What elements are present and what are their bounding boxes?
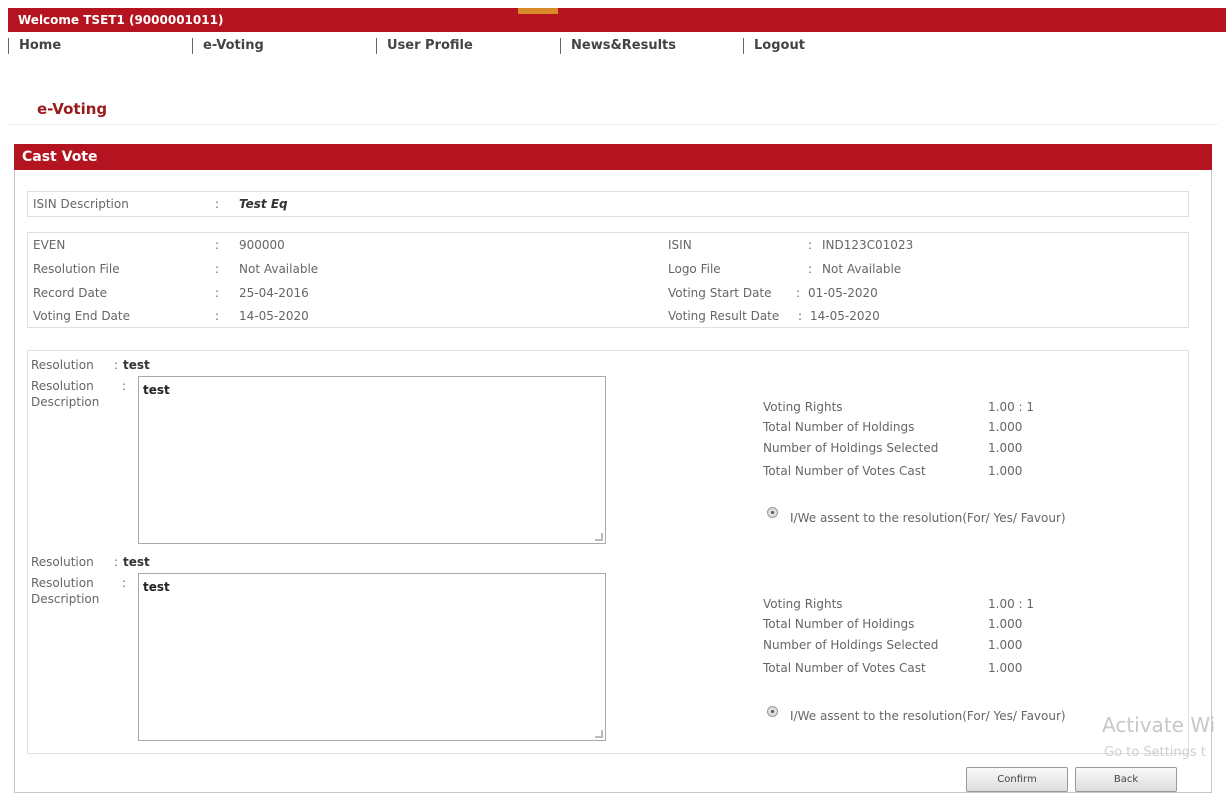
stat-label-total-holdings: Total Number of Holdings xyxy=(763,420,915,434)
resolution-description-label-line2: Description xyxy=(31,395,100,409)
nav-user-profile[interactable]: User Profile xyxy=(376,38,473,54)
stat-label-voting-rights: Voting Rights xyxy=(763,597,843,611)
nav-logout[interactable]: Logout xyxy=(743,38,805,54)
resolution-description-textarea[interactable]: test xyxy=(138,376,606,544)
page-title: e-Voting xyxy=(37,100,108,118)
stat-value-holdings-selected: 1.000 xyxy=(988,441,1023,455)
stat-label-total-holdings: Total Number of Holdings xyxy=(763,617,915,631)
resolution-description-label-line2: Description xyxy=(31,592,100,606)
stat-value-total-holdings: 1.000 xyxy=(988,617,1023,631)
resolution-colon: : xyxy=(114,555,119,569)
assent-radio[interactable] xyxy=(767,706,778,717)
resolution-value: test xyxy=(123,358,150,372)
detail-colon: : xyxy=(215,238,220,252)
detail-colon: : xyxy=(808,262,813,276)
isin-description-box xyxy=(27,191,1189,217)
assent-label[interactable]: I/We assent to the resolution(For/ Yes/ … xyxy=(790,709,1066,723)
stat-label-votes-cast: Total Number of Votes Cast xyxy=(763,464,926,478)
resolution-value: test xyxy=(123,555,150,569)
details-box xyxy=(27,232,1189,328)
nav-e-voting[interactable]: e-Voting xyxy=(192,38,264,54)
detail-value-logo-file: Not Available xyxy=(822,262,902,276)
stat-value-voting-rights: 1.00 : 1 xyxy=(988,597,1035,611)
welcome-text: Welcome TSET1 (9000001011) xyxy=(18,13,224,27)
detail-label-even: EVEN xyxy=(33,238,66,252)
detail-label-record-date: Record Date xyxy=(33,286,107,300)
resolution-description-textarea[interactable]: test xyxy=(138,573,606,741)
detail-colon: : xyxy=(808,238,813,252)
stat-value-votes-cast: 1.000 xyxy=(988,464,1023,478)
detail-value-even: 900000 xyxy=(239,238,285,252)
stat-label-votes-cast: Total Number of Votes Cast xyxy=(763,661,926,675)
detail-value-voting-result-date: 14-05-2020 xyxy=(810,309,880,323)
activation-watermark-hint: Go to Settings t xyxy=(1104,745,1206,760)
stat-label-voting-rights: Voting Rights xyxy=(763,400,843,414)
resolution-label: Resolution xyxy=(31,358,94,372)
isin-description-value: Test Eq xyxy=(239,197,288,211)
stat-value-total-holdings: 1.000 xyxy=(988,420,1023,434)
top-bar: Welcome TSET1 (9000001011) xyxy=(8,8,1226,32)
detail-colon: : xyxy=(215,286,220,300)
resolution-description-label-line1: Resolution xyxy=(31,576,94,590)
detail-label-resolution-file: Resolution File xyxy=(33,262,120,276)
panel-header: Cast Vote xyxy=(14,144,1212,170)
isin-description-colon: : xyxy=(215,197,220,211)
detail-value-record-date: 25-04-2016 xyxy=(239,286,309,300)
detail-value-isin: IND123C01023 xyxy=(822,238,914,252)
resolution-description-colon: : xyxy=(122,379,127,393)
detail-value-voting-start-date: 01-05-2020 xyxy=(808,286,878,300)
nav-news-results[interactable]: News&Results xyxy=(560,38,676,54)
back-button[interactable]: Back xyxy=(1075,767,1177,792)
main-nav: Home e-Voting User Profile News&Results … xyxy=(8,35,1226,57)
resolution-label: Resolution xyxy=(31,555,94,569)
detail-colon: : xyxy=(215,262,220,276)
activation-watermark: Activate Wi xyxy=(1102,713,1216,737)
detail-label-voting-end-date: Voting End Date xyxy=(33,309,130,323)
resolution-description-colon: : xyxy=(122,576,127,590)
stat-label-holdings-selected: Number of Holdings Selected xyxy=(763,638,939,652)
detail-label-isin: ISIN xyxy=(668,238,692,252)
stat-value-votes-cast: 1.000 xyxy=(988,661,1023,675)
detail-colon: : xyxy=(796,286,801,300)
resolution-description-text: test xyxy=(143,580,170,594)
isin-description-label: ISIN Description xyxy=(33,197,129,211)
header-decoration xyxy=(518,8,558,14)
confirm-button[interactable]: Confirm xyxy=(966,767,1068,792)
stat-value-holdings-selected: 1.000 xyxy=(988,638,1023,652)
detail-value-voting-end-date: 14-05-2020 xyxy=(239,309,309,323)
resize-grip-icon[interactable] xyxy=(595,730,603,738)
detail-colon: : xyxy=(798,309,803,323)
assent-label[interactable]: I/We assent to the resolution(For/ Yes/ … xyxy=(790,511,1066,525)
detail-value-resolution-file: Not Available xyxy=(239,262,319,276)
resize-grip-icon[interactable] xyxy=(595,533,603,541)
resolution-colon: : xyxy=(114,358,119,372)
detail-label-voting-result-date: Voting Result Date xyxy=(668,309,780,323)
detail-label-voting-start-date: Voting Start Date xyxy=(668,286,772,300)
stat-value-voting-rights: 1.00 : 1 xyxy=(988,400,1035,414)
stat-label-holdings-selected: Number of Holdings Selected xyxy=(763,441,939,455)
assent-radio[interactable] xyxy=(767,507,778,518)
resolution-description-label-line1: Resolution xyxy=(31,379,94,393)
nav-home[interactable]: Home xyxy=(8,38,61,54)
resolution-description-text: test xyxy=(143,383,170,397)
detail-colon: : xyxy=(215,309,220,323)
title-divider xyxy=(8,124,1218,125)
detail-label-logo-file: Logo File xyxy=(668,262,721,276)
